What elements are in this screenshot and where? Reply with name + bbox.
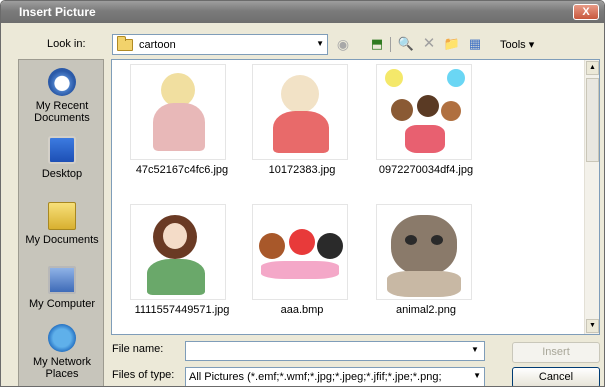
file-name-input[interactable] bbox=[185, 341, 485, 361]
vertical-scrollbar[interactable]: ▲ ▼ bbox=[584, 60, 599, 334]
files-of-type-label: Files of type: bbox=[112, 369, 175, 381]
insert-button[interactable]: Insert bbox=[512, 342, 600, 363]
tools-menu-button[interactable]: Tools ▾ bbox=[500, 38, 534, 51]
file-list[interactable]: 47c52167c4fc6.jpg 10172383.jpg 097227003… bbox=[111, 59, 600, 335]
place-label: My Recent Documents bbox=[34, 100, 90, 124]
recent-documents-icon bbox=[48, 68, 76, 96]
place-label: Desktop bbox=[41, 168, 83, 180]
scroll-up-icon[interactable]: ▲ bbox=[586, 61, 599, 75]
dialog-title: Insert Picture bbox=[19, 5, 96, 19]
file-name[interactable]: 47c52167c4fc6.jpg bbox=[112, 164, 252, 176]
file-thumbnail[interactable] bbox=[376, 64, 472, 160]
toolbar-separator bbox=[390, 37, 391, 52]
place-label: My Computer bbox=[28, 298, 96, 310]
up-one-level-icon[interactable]: ⬒ bbox=[368, 35, 386, 53]
place-label: My Network Places bbox=[32, 356, 92, 380]
file-thumbnail[interactable] bbox=[130, 64, 226, 160]
search-web-icon[interactable]: 🔍 bbox=[397, 35, 415, 53]
my-computer-icon bbox=[48, 266, 76, 294]
folder-icon bbox=[117, 36, 133, 51]
my-documents-icon bbox=[48, 202, 76, 230]
back-icon[interactable]: ◉ bbox=[334, 35, 352, 53]
look-in-value: cartoon bbox=[139, 39, 176, 51]
place-desktop[interactable]: Desktop bbox=[19, 136, 105, 180]
views-icon[interactable]: ▦ bbox=[466, 35, 484, 53]
new-folder-icon[interactable]: 📁 bbox=[443, 35, 461, 53]
files-of-type-select[interactable]: All Pictures (*.emf;*.wmf;*.jpg;*.jpeg;*… bbox=[185, 367, 485, 386]
network-places-icon bbox=[48, 324, 76, 352]
file-thumbnail[interactable] bbox=[252, 204, 348, 300]
scroll-thumb[interactable] bbox=[586, 78, 599, 162]
place-my-network-places[interactable]: My Network Places bbox=[19, 324, 105, 380]
file-thumbnail[interactable] bbox=[376, 204, 472, 300]
look-in-label: Look in: bbox=[47, 38, 86, 50]
chevron-down-icon: ▼ bbox=[470, 371, 481, 380]
file-name-label: File name: bbox=[112, 343, 164, 355]
place-my-recent-documents[interactable]: My Recent Documents bbox=[19, 68, 105, 124]
places-bar: My Recent Documents Desktop My Documents… bbox=[18, 59, 105, 386]
file-name[interactable]: 1111557449571.jpg bbox=[112, 304, 252, 316]
insert-picture-dialog: Insert Picture X Look in: cartoon ▼ ◉ ⬒ … bbox=[0, 0, 605, 387]
file-name[interactable]: aaa.bmp bbox=[232, 304, 372, 316]
close-button[interactable]: X bbox=[573, 4, 599, 20]
place-my-documents[interactable]: My Documents bbox=[19, 202, 105, 246]
look-in-dropdown[interactable]: cartoon ▼ bbox=[112, 34, 328, 55]
file-thumbnail[interactable] bbox=[252, 64, 348, 160]
delete-icon[interactable]: ✕ bbox=[420, 35, 438, 53]
file-thumbnail[interactable] bbox=[130, 204, 226, 300]
place-label: My Documents bbox=[25, 234, 99, 246]
file-name[interactable]: 0972270034df4.jpg bbox=[356, 164, 496, 176]
file-name[interactable]: animal2.png bbox=[356, 304, 496, 316]
files-of-type-value: All Pictures (*.emf;*.wmf;*.jpg;*.jpeg;*… bbox=[189, 371, 442, 383]
cancel-button[interactable]: Cancel bbox=[512, 367, 600, 386]
file-name[interactable]: 10172383.jpg bbox=[232, 164, 372, 176]
chevron-down-icon: ▼ bbox=[316, 39, 324, 48]
title-bar[interactable]: Insert Picture X bbox=[1, 1, 604, 23]
scroll-down-icon[interactable]: ▼ bbox=[586, 319, 599, 333]
desktop-icon bbox=[48, 136, 76, 164]
place-my-computer[interactable]: My Computer bbox=[19, 266, 105, 310]
